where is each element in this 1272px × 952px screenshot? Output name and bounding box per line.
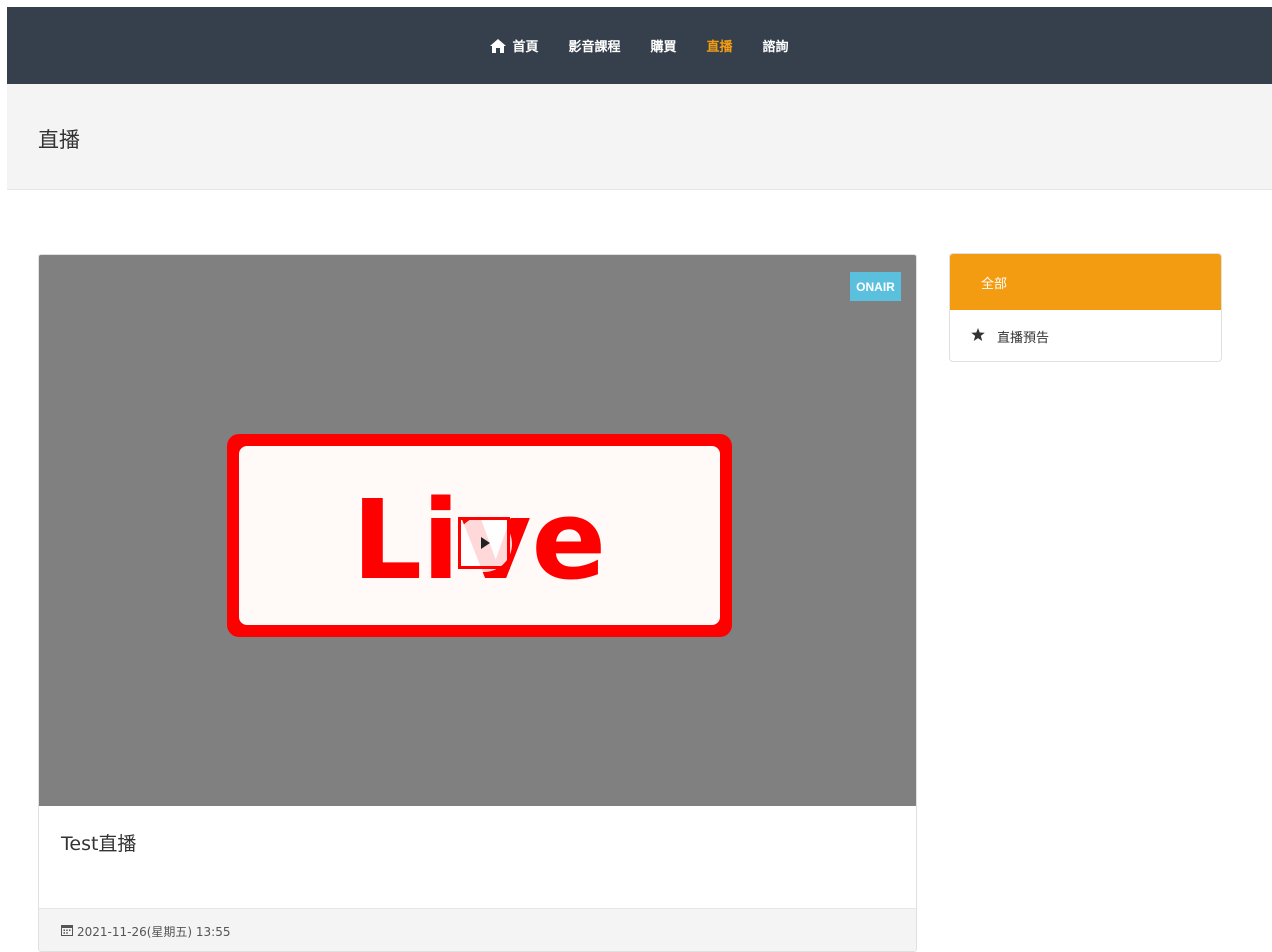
calendar-icon <box>61 924 73 939</box>
nav-item-live[interactable]: 直播 <box>692 36 748 55</box>
nav-item-label: 首頁 <box>512 40 539 55</box>
nav-item-label: 諮詢 <box>762 40 789 55</box>
nav-item-label: 購買 <box>650 40 677 55</box>
live-stream-card: ONAIR Live Test直播 2021-11-2 <box>38 254 917 952</box>
stream-datetime: 2021-11-26(星期五) 13:55 <box>77 924 231 939</box>
home-icon <box>490 38 507 53</box>
category-sidebar: 全部 直播預告 <box>949 253 1222 362</box>
page-title: 直播 <box>38 128 80 152</box>
onair-badge: ONAIR <box>850 272 901 301</box>
card-footer: 2021-11-26(星期五) 13:55 <box>39 908 916 951</box>
play-icon <box>481 537 490 549</box>
nav-item-consult[interactable]: 諮詢 <box>748 36 804 55</box>
nav-item-purchase[interactable]: 購買 <box>635 36 691 55</box>
nav-item-video-courses[interactable]: 影音課程 <box>553 36 635 55</box>
sidebar-item-all[interactable]: 全部 <box>950 254 1221 310</box>
play-button[interactable] <box>458 517 510 569</box>
sidebar-item-label: 全部 <box>981 276 1008 292</box>
nav-item-label: 直播 <box>706 40 733 55</box>
video-thumbnail[interactable]: ONAIR Live <box>39 255 916 806</box>
top-navigation: 首頁 影音課程 購買 直播 諮詢 <box>7 7 1272 84</box>
card-title[interactable]: Test直播 <box>61 829 136 856</box>
nav-item-label: 影音課程 <box>568 40 621 55</box>
nav-item-home[interactable]: 首頁 <box>475 36 553 55</box>
sidebar-item-live-preview[interactable]: 直播預告 <box>950 310 1221 361</box>
page-header: 直播 <box>7 84 1272 190</box>
star-icon <box>971 328 985 345</box>
sidebar-item-label: 直播預告 <box>997 331 1050 346</box>
